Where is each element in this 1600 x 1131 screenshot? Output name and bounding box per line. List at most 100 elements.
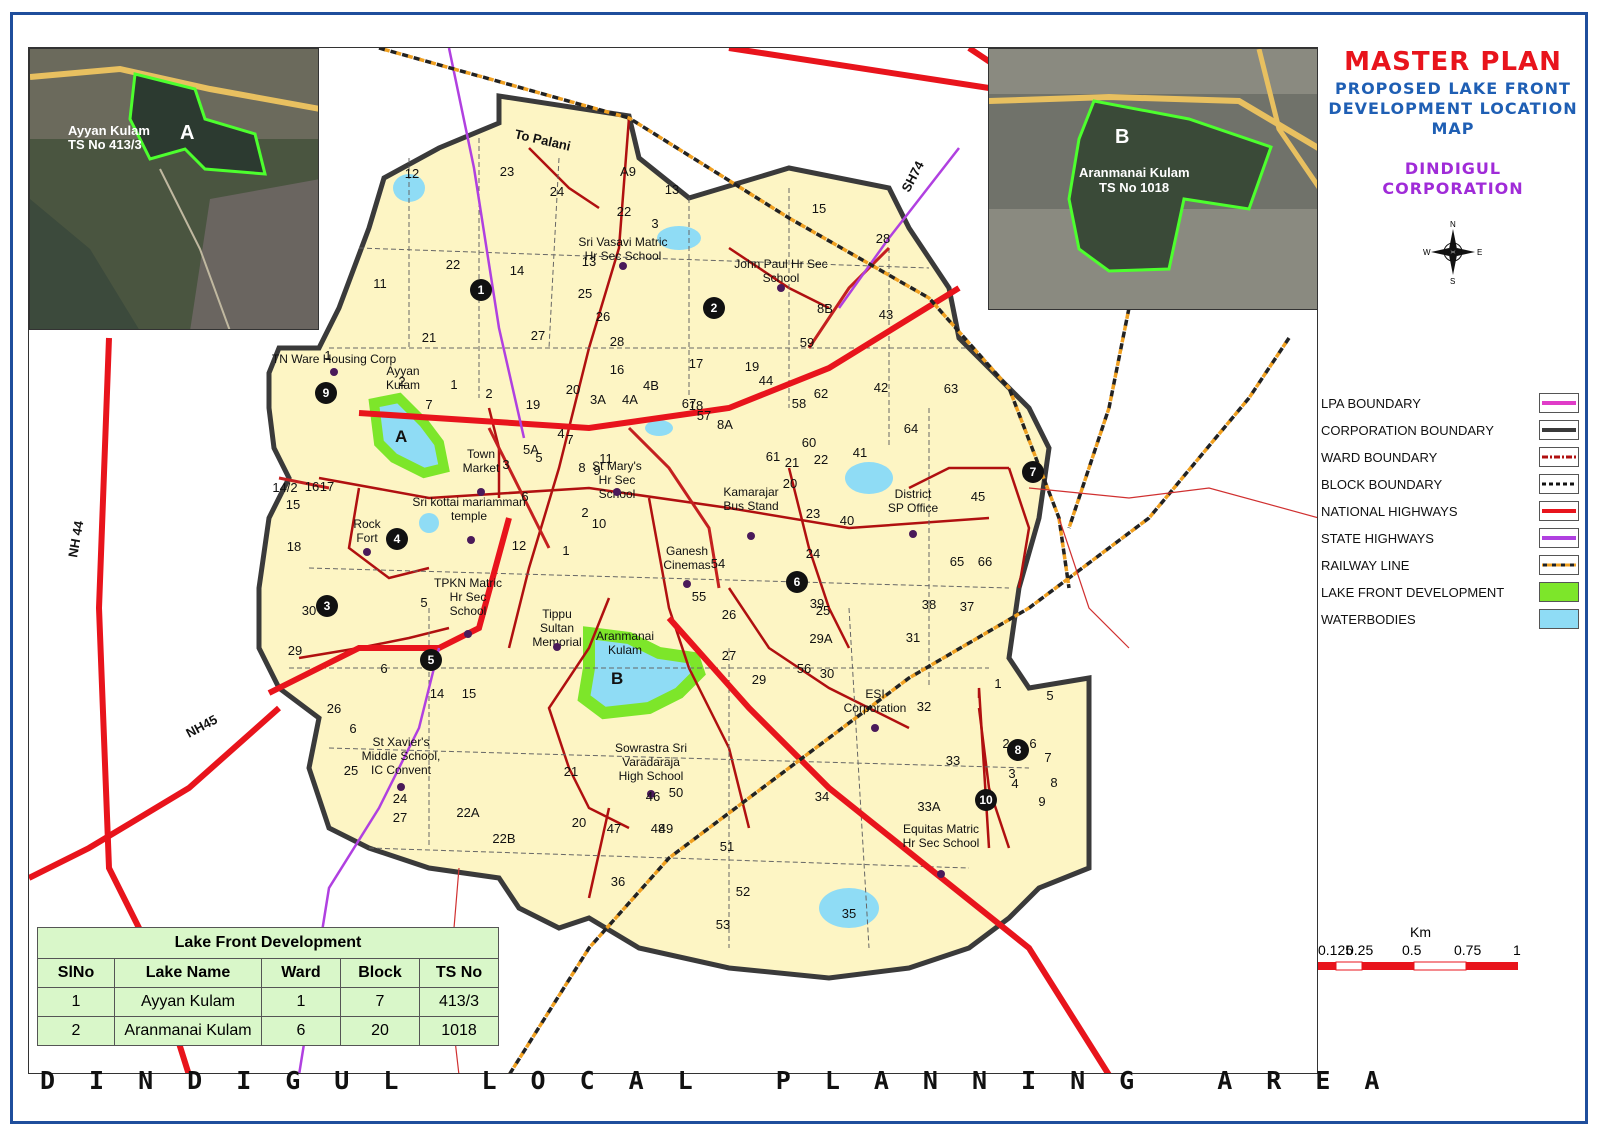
place-dot	[330, 368, 338, 376]
waterbody	[845, 462, 893, 494]
ward-number: 28	[876, 231, 890, 246]
ward-number: 13	[665, 182, 679, 197]
ward-number: 65	[950, 554, 964, 569]
legend-item: CORPORATION BOUNDARY	[1321, 420, 1583, 447]
legend-item: LAKE FRONT DEVELOPMENT	[1321, 582, 1583, 609]
compass-e: E	[1477, 248, 1482, 257]
ward-number: 17	[689, 356, 703, 371]
legend-swatch	[1539, 555, 1579, 575]
ward-number: 15	[462, 686, 476, 701]
ward-number: 33A	[917, 799, 940, 814]
ward-number: 46	[646, 789, 660, 804]
ward-number: 55	[692, 589, 706, 604]
ward-number: 58	[792, 396, 806, 411]
lake-front-table: Lake Front Development SlNo Lake Name Wa…	[37, 927, 499, 1046]
place-label: Sultan	[540, 621, 574, 635]
lake-b-label-line1: Aranmanai	[596, 629, 654, 643]
table-row: 2 Aranmanai Kulam 6 20 1018	[37, 1016, 499, 1046]
ward-number: 21	[785, 455, 799, 470]
ward-number: 6	[380, 661, 387, 676]
block-marker: 9	[315, 382, 337, 404]
place-label: ESI	[865, 687, 884, 701]
ward-number: 22A	[456, 805, 479, 820]
ward-number: 27	[531, 328, 545, 343]
place-dot	[467, 536, 475, 544]
inset-b-ts: TS No 1018	[1099, 180, 1169, 195]
place-label: Ganesh	[666, 544, 708, 558]
inset-map-aranmanai-kulam: B Aranmanai Kulam TS No 1018	[988, 48, 1317, 310]
corporation-name: DINDIGUL CORPORATION	[1318, 159, 1588, 199]
place-label: Market	[463, 461, 500, 475]
ward-number: 22	[446, 257, 460, 272]
scale-tick-label: 0.5	[1402, 942, 1422, 958]
ward-number: 7	[1044, 750, 1051, 765]
ward-number: 11	[599, 451, 613, 466]
ward-number: 7	[566, 432, 573, 447]
legend-item: BLOCK BOUNDARY	[1321, 474, 1583, 501]
map-title: MASTER PLAN	[1344, 47, 1562, 77]
place-dot	[397, 783, 405, 791]
block-marker: 8	[1007, 739, 1029, 761]
block-marker: 1	[470, 279, 492, 301]
table-cell: 413/3	[419, 987, 499, 1017]
ward-number: 15	[812, 201, 826, 216]
map-subtitle-line1: PROPOSED LAKE FRONT	[1335, 79, 1571, 98]
place-label: Cinemas	[663, 558, 710, 572]
legend-swatch	[1539, 420, 1579, 440]
ward-number: 21	[564, 764, 578, 779]
ward-number: 36	[611, 874, 625, 889]
scale-bar: Km 0 0.125 0.25 0.5 0.75 1	[1308, 923, 1578, 988]
place-dot	[777, 284, 785, 292]
map-panel: To Palani NH 44 NH45 SH74 Ayyan Kulam A …	[28, 47, 1318, 1074]
ward-number: 14	[510, 263, 524, 278]
bottom-banner-title: DINDIGUL LOCAL PLANNING AREA	[40, 1066, 1414, 1095]
lake-b-label-line2: Kulam	[608, 643, 642, 657]
place-label: District	[895, 487, 932, 501]
ward-number: 56	[797, 661, 811, 676]
ward-number: 60	[802, 435, 816, 450]
ward-number: 67	[682, 396, 696, 411]
table-header-row: SlNo Lake Name Ward Block TS No	[37, 958, 499, 988]
ward-number: 1	[994, 676, 1001, 691]
legend-item: RAILWAY LINE	[1321, 555, 1583, 582]
ward-number: 37	[960, 599, 974, 614]
ward-number: 40	[840, 513, 854, 528]
place-label: Rock	[353, 517, 381, 531]
road-label-nh45: NH45	[183, 712, 219, 741]
road-label-nh44: NH 44	[65, 519, 86, 559]
legend-label: LAKE FRONT DEVELOPMENT	[1321, 585, 1505, 600]
legend-swatch	[1539, 474, 1579, 494]
ward-number: 18	[287, 539, 301, 554]
ward-number: 5	[420, 595, 427, 610]
ward-number: 44	[759, 373, 773, 388]
ward-number: 30	[820, 666, 834, 681]
compass-n: N	[1450, 220, 1456, 229]
block-marker: 2	[703, 297, 725, 319]
ward-number: 42	[874, 380, 888, 395]
ward-number: 25	[578, 286, 592, 301]
place-label: School	[450, 604, 487, 618]
scale-tick-label: 0.25	[1346, 942, 1373, 958]
ward-number: 22	[617, 204, 631, 219]
place-label: Sowrastra Sri	[615, 741, 687, 755]
ward-number: 1	[324, 348, 331, 363]
ward-number: 7	[425, 397, 432, 412]
legend: LPA BOUNDARY CORPORATION BOUNDARY WARD BOU…	[1321, 393, 1583, 636]
place-dot	[553, 643, 561, 651]
ward-number: 11	[373, 276, 387, 291]
block-marker: 5	[420, 649, 442, 671]
place-label: Bus Stand	[723, 499, 778, 513]
lake-b-letter: B	[611, 669, 623, 688]
inset-a-name: Ayyan Kulam	[68, 123, 150, 138]
inset-map-ayyan-kulam: A Ayyan Kulam TS No 413/3	[29, 48, 319, 330]
place-dot	[871, 724, 879, 732]
ward-number: 4B	[643, 378, 659, 393]
ward-number: 14	[430, 686, 444, 701]
lake-a-letter: A	[395, 427, 407, 446]
place-dot	[747, 532, 755, 540]
table-header: TS No	[419, 958, 499, 988]
place-dot	[613, 488, 621, 496]
ward-number: 3	[651, 216, 658, 231]
ward-number: 19	[745, 359, 759, 374]
ward-number: 5	[535, 450, 542, 465]
